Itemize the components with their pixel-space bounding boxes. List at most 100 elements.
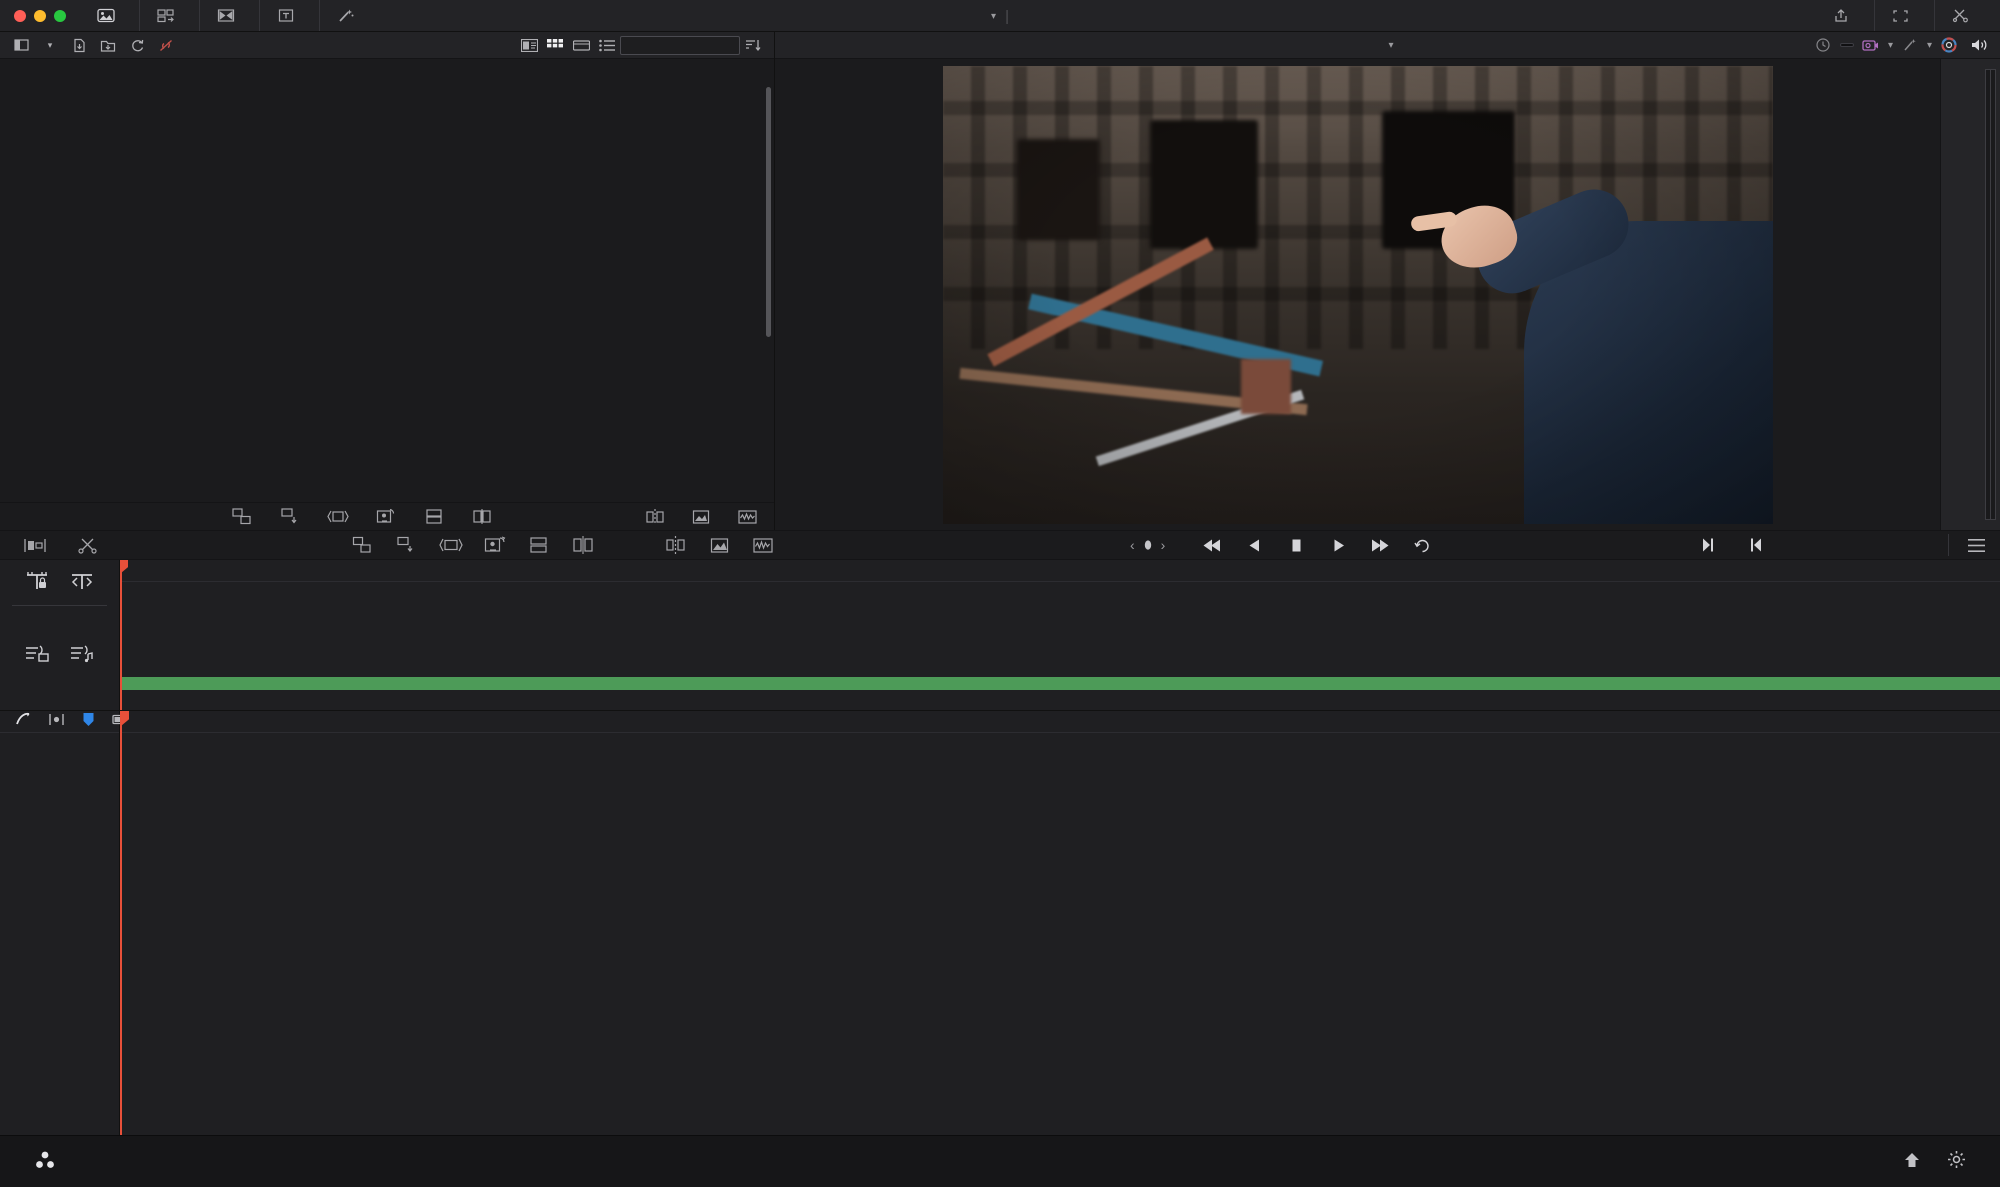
audio-transition-icon[interactable] [750,534,776,556]
media-pool-thumbnail-grid[interactable] [0,83,774,502]
unlink-icon[interactable] [153,35,179,56]
jog-wheel-icon[interactable]: ‹ › [1130,537,1165,553]
move-video-icon[interactable] [24,642,50,664]
audio-level-icon[interactable] [734,506,760,527]
maximize-window-button[interactable] [54,9,66,22]
append-clip-icon[interactable] [526,534,552,556]
ripple-overwrite-icon[interactable] [373,506,399,527]
viewer-stage[interactable] [775,59,1940,530]
full-screen-button[interactable] [1874,0,1934,31]
timeline-overview [0,560,2000,710]
panel-toggle-effects[interactable] [319,0,379,31]
source-overwrite-icon[interactable] [229,506,255,527]
media-pool-scrollbar[interactable] [766,87,771,337]
replace-clip-icon[interactable] [438,534,464,556]
stop-icon[interactable] [1283,534,1309,556]
minimize-window-button[interactable] [34,9,46,22]
search-input[interactable] [620,35,740,55]
close-up-icon[interactable] [421,506,447,527]
split-clip-icon[interactable] [642,506,668,527]
nav-right-actions [1903,1150,2000,1173]
smooth-cut-icon[interactable] [469,506,495,527]
marker-color-icon[interactable] [82,712,95,731]
inspector-button[interactable] [1934,0,1994,31]
freeze-frame-icon[interactable] [688,506,714,527]
timeline-overview-body[interactable] [120,560,2000,710]
title-bar: ▾ | [0,0,2000,32]
window-controls[interactable] [0,9,80,22]
media-pool-toolbar: ▾ [0,32,774,59]
ripple-trim-icon[interactable] [570,534,596,556]
transport-controls: ‹ › [1130,534,1769,556]
lock-timeline-icon[interactable] [24,570,50,592]
media-pool-icon [96,7,115,24]
sync-bin-icon [156,7,175,24]
viewer-timeline-selector[interactable]: ▾ [775,40,2000,51]
place-on-top-icon[interactable] [277,506,303,527]
panel-toggle-media-pool[interactable] [80,0,139,31]
move-audio-icon[interactable] [69,642,95,664]
bin-selector-icon[interactable] [8,35,34,56]
new-bin-icon[interactable] [66,35,92,56]
chevron-down-icon[interactable]: ▾ [1388,40,1393,51]
inspector-icon [1951,7,1970,24]
transport-left-tools [0,534,100,556]
play-forward-icon[interactable] [1325,534,1351,556]
export-icon [1831,7,1850,24]
quick-export-button[interactable] [1815,0,1874,31]
source-tape-icon[interactable] [22,534,48,556]
overwrite-clip-icon[interactable] [394,534,420,556]
panel-toggle-sync-bin[interactable] [139,0,199,31]
scissors-icon[interactable] [74,534,100,556]
timeline-ruler[interactable] [120,711,2000,733]
titles-icon [276,7,295,24]
overview-clips[interactable] [120,582,2000,690]
overview-audio-track[interactable] [120,677,2000,690]
mark-in-icon[interactable] [1743,534,1769,556]
import-media-icon[interactable] [95,35,121,56]
mark-out-icon[interactable] [1695,534,1721,556]
panel-toggle-transitions[interactable] [199,0,259,31]
freeze-frame-icon[interactable] [706,534,732,556]
skip-to-end-icon[interactable] [1367,534,1393,556]
page-navigation-bar [0,1135,2000,1187]
append-icon[interactable] [325,506,351,527]
effects-icon [336,7,355,24]
skip-to-start-icon[interactable] [1199,534,1225,556]
settings-gear-icon[interactable] [1947,1150,1966,1173]
snapping-icon[interactable] [48,713,65,730]
project-manager-icon[interactable] [1903,1151,1921,1173]
sort-icon[interactable] [740,35,766,56]
hamburger-menu-icon[interactable] [1948,534,1990,556]
metadata-view-icon[interactable] [516,35,542,56]
chevron-down-icon[interactable]: ▾ [37,35,63,56]
list-view-icon[interactable] [594,35,620,56]
divider [12,605,107,606]
overview-ruler[interactable] [120,560,2000,582]
loop-icon[interactable] [1409,534,1435,556]
filmstrip-view-icon[interactable] [568,35,594,56]
chevron-down-icon[interactable]: ▾ [991,11,996,22]
flag-timeline-icon[interactable] [69,570,95,592]
timeline-playhead[interactable] [120,711,129,1135]
timeline-lanes[interactable] [120,733,2000,1135]
timeline-detail-body[interactable] [120,711,2000,1135]
media-pool-panel: ▾ [0,32,775,530]
trim-edit-icon[interactable] [14,712,31,731]
breadcrumb[interactable] [0,59,774,83]
split-clip-icon[interactable] [662,534,688,556]
play-reverse-icon[interactable] [1241,534,1267,556]
timeline-track-headers [0,711,129,1135]
sync-icon[interactable] [124,35,150,56]
overview-playhead[interactable] [120,560,128,710]
edit-tools [350,534,776,556]
panel-toggle-titles[interactable] [259,0,319,31]
viewer-panel: ▾ ▾ ▾ [775,32,2000,530]
insert-clip-icon[interactable] [350,534,376,556]
viewer-image [942,65,1773,524]
panel-toggles [80,0,379,31]
overview-tools-row-2 [0,632,119,674]
place-on-top-icon[interactable] [482,534,508,556]
thumbnail-view-icon[interactable] [542,35,568,56]
close-window-button[interactable] [14,9,26,22]
